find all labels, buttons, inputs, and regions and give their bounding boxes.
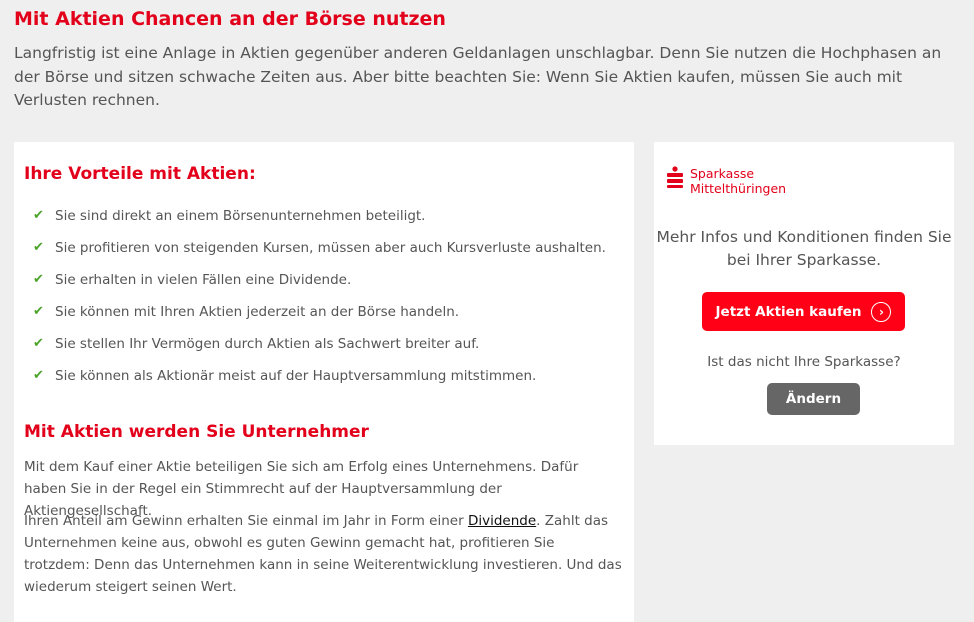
check-icon: ✔	[33, 336, 44, 351]
list-item: ✔ Sie stellen Ihr Vermögen durch Aktien a…	[24, 336, 606, 368]
intro-text: Langfristig ist eine Anlage in Aktien ge…	[14, 44, 942, 109]
page-title: Mit Aktien Chancen an der Börse nutzen	[14, 8, 446, 30]
list-item: ✔ Sie können mit Ihren Aktien jederzeit a…	[24, 304, 606, 336]
check-icon: ✔	[33, 272, 44, 287]
chevron-right-circle-icon: ›	[871, 301, 892, 322]
check-icon: ✔	[33, 368, 44, 383]
dividende-link[interactable]: Dividende	[468, 513, 536, 529]
check-icon: ✔	[33, 240, 44, 255]
list-item: ✔ Sie erhalten in vielen Fällen eine Divi…	[24, 272, 606, 304]
list-item: ✔ Sie können als Aktionär meist auf der H…	[24, 368, 606, 400]
sidebar-info-text: Mehr Infos und Konditionen finden Sie be…	[656, 228, 952, 269]
buy-stocks-label: Jetzt Aktien kaufen	[715, 303, 862, 320]
benefits-list: ✔ Sie sind direkt an einem Börsenunterneh…	[24, 208, 606, 400]
sparkasse-logo-icon	[667, 166, 683, 188]
benefits-heading: Ihre Vorteile mit Aktien:	[24, 164, 256, 184]
entrepreneur-heading: Mit Aktien werden Sie Unternehmer	[24, 422, 369, 442]
list-item: ✔ Sie sind direkt an einem Börsenunterneh…	[24, 208, 606, 240]
check-icon: ✔	[33, 208, 44, 223]
logo-line-1: Sparkasse	[690, 166, 755, 181]
change-sparkasse-button[interactable]: Ändern	[767, 383, 860, 415]
change-sparkasse-question: Ist das nicht Ihre Sparkasse?	[707, 354, 901, 370]
list-item: ✔ Sie profitieren von steigenden Kursen, …	[24, 240, 606, 272]
dividend-paragraph: Ihren Anteil am Gewinn erhalten Sie einm…	[24, 513, 622, 595]
check-icon: ✔	[33, 304, 44, 319]
sparkasse-sidebar: Sparkasse Mittelthüringen Mehr Infos und…	[654, 142, 954, 445]
sparkasse-logo: Sparkasse Mittelthüringen	[666, 166, 786, 196]
logo-line-2: Mittelthüringen	[690, 181, 787, 196]
main-content-card: Ihre Vorteile mit Aktien: ✔ Sie sind dire…	[14, 142, 634, 622]
buy-stocks-button[interactable]: Jetzt Aktien kaufen ›	[702, 292, 905, 331]
